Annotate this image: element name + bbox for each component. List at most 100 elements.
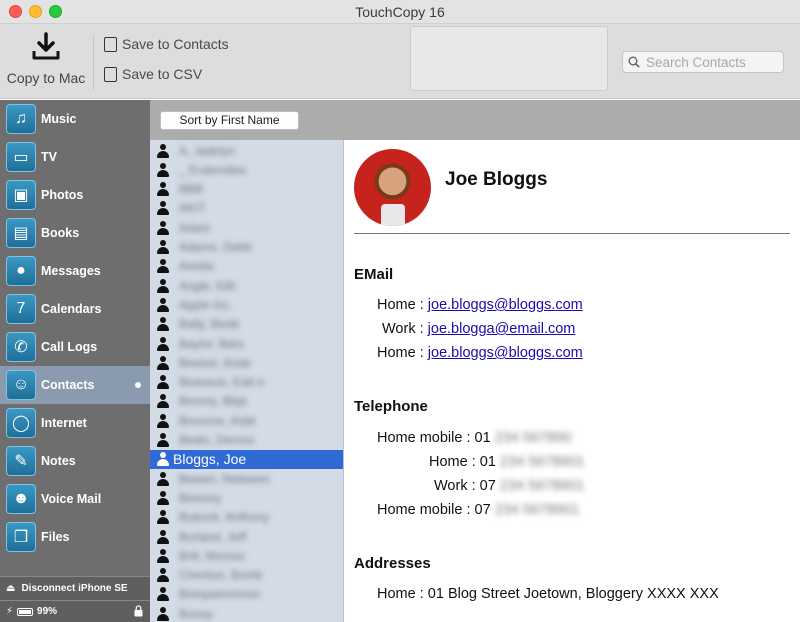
person-icon <box>157 201 169 216</box>
sidebar-item-messages[interactable]: ● Messages <box>0 252 150 290</box>
sidebar-item-notes[interactable]: ✎ Notes <box>0 442 150 480</box>
person-icon <box>157 240 169 254</box>
search-field[interactable] <box>622 51 784 73</box>
sidebar-item-internet[interactable]: ◯ Internet <box>0 404 150 442</box>
person-icon <box>157 375 169 390</box>
toolbar: Copy to Mac Save to Contacts Save to CSV <box>0 24 800 99</box>
battery-status: ⚡ 99% <box>0 600 150 622</box>
contact-name: Beebor, Ande <box>179 355 252 370</box>
avatar <box>354 149 431 226</box>
contact-name: Apple Inc. <box>179 297 233 312</box>
contact-name: Anetta <box>179 259 214 274</box>
person-icon <box>157 278 169 293</box>
contact-name: Beaneze, Edd e <box>179 375 265 390</box>
contact-row[interactable]: Bompammmon <box>150 585 343 604</box>
sidebar-item-call-logs[interactable]: ✆ Call Logs <box>0 328 150 366</box>
sort-bar: Sort by First Name <box>150 100 800 140</box>
contact-row[interactable]: Baylor, Bdrs <box>150 334 343 353</box>
save-to-contacts-button[interactable]: Save to Contacts <box>104 34 229 54</box>
contact-row[interactable]: Adam <box>150 218 343 237</box>
contact-row[interactable]: _ Ecdsmdea <box>150 160 343 179</box>
person-icon <box>157 568 169 583</box>
contact-row[interactable]: Adams, Debb <box>150 238 343 257</box>
contact-row[interactable]: Breonne, Kidd <box>150 411 343 430</box>
contact-row[interactable]: Brill, Moress <box>150 546 343 565</box>
voicemail-icon: ☻ <box>6 484 36 514</box>
copy-to-mac-button[interactable]: Copy to Mac <box>4 30 88 92</box>
redacted-number: 234 567890 <box>494 430 572 446</box>
battery-level: 99% <box>37 606 58 617</box>
contact-detail: Joe Bloggs EMail Home : joe.bloggs@blogg… <box>344 140 800 622</box>
email-link[interactable]: joe.blogga@email.com <box>428 321 576 337</box>
redacted-number: 234 5678901 <box>494 502 580 518</box>
contact-row[interactable]: BBB <box>150 180 343 199</box>
email-row: Work : joe.blogga@email.com <box>382 321 576 337</box>
contact-row[interactable]: Anetta <box>150 257 343 276</box>
internet-icon: ◯ <box>6 408 36 438</box>
contact-row[interactable]: Bewsey <box>150 488 343 507</box>
contact-name-heading: Joe Bloggs <box>445 169 548 190</box>
phone-row: Work : 07 234 5678901 <box>434 478 585 494</box>
contact-name: Breonne, Kidd <box>179 413 256 428</box>
person-icon <box>157 510 169 525</box>
person-icon <box>157 336 169 351</box>
contact-name: A, Jadelyn <box>179 143 236 158</box>
sidebar-item-calendars[interactable]: 7 Calendars <box>0 290 150 328</box>
sidebar-item-files[interactable]: ❐ Files <box>0 518 150 556</box>
person-icon <box>157 182 169 197</box>
sidebar-item-music[interactable]: ♫ Music <box>0 100 150 138</box>
email-link[interactable]: joe.bloggs@bloggs.com <box>428 345 583 361</box>
sidebar-item-contacts[interactable]: ☺ Contacts <box>0 366 150 404</box>
contact-list[interactable]: A, Jadelyn _ Ecdsmdea BBB AKIT Adam Adams, De… <box>150 140 344 622</box>
contact-row[interactable]: Burland, Jeff <box>150 527 343 546</box>
contact-name: Angle, Killi <box>179 278 236 293</box>
contact-row[interactable]: Beaneze, Edd e <box>150 373 343 392</box>
redacted-number: 234 5678901 <box>499 478 585 494</box>
contact-row[interactable]: Beebor, Ande <box>150 353 343 372</box>
contact-name: Bewsey <box>179 490 222 505</box>
sidebar: ♫ Music ▭ TV ▣ Photos ▤ Books ● Messages… <box>0 100 150 622</box>
save-to-csv-button[interactable]: Save to CSV <box>104 64 202 84</box>
contact-row[interactable]: Boney <box>150 604 343 622</box>
contact-row[interactable]: Bedin, Demns <box>150 431 343 450</box>
download-icon <box>32 32 60 60</box>
email-link[interactable]: joe.bloggs@bloggs.com <box>428 297 583 313</box>
sidebar-item-voice-mail[interactable]: ☻ Voice Mail <box>0 480 150 518</box>
sidebar-item-tv[interactable]: ▭ TV <box>0 138 150 176</box>
sort-by-first-name-button[interactable]: Sort by First Name <box>160 111 299 130</box>
contact-row[interactable]: Bally, Bedd <box>150 315 343 334</box>
device-info-panel <box>410 26 608 91</box>
contact-row-selected[interactable]: Bloggs, Joe <box>150 449 343 469</box>
email-row: Home : joe.bloggs@bloggs.com <box>377 345 583 361</box>
disconnect-device-button[interactable]: ⏏ Disconnect iPhone SE <box>0 576 150 600</box>
music-icon: ♫ <box>6 104 36 134</box>
person-icon <box>157 355 169 370</box>
contact-name: _ Ecdsmdea <box>179 162 246 177</box>
search-input[interactable] <box>646 54 778 70</box>
contact-row[interactable]: Brenny, Bbja <box>150 392 343 411</box>
person-icon <box>157 452 169 467</box>
contact-name: Baylor, Bdrs <box>179 336 244 351</box>
photos-icon: ▣ <box>6 180 36 210</box>
contact-row[interactable]: Chenton, Bomb <box>150 566 343 585</box>
contact-row[interactable]: Apple Inc. <box>150 295 343 314</box>
toolbar-separator <box>93 34 94 90</box>
notes-icon: ✎ <box>6 446 36 476</box>
contact-name: AKIT <box>179 201 206 216</box>
contact-name: Brenny, Bbja <box>179 394 247 409</box>
contact-name: Bompammmon <box>179 587 261 602</box>
contact-row[interactable]: AKIT <box>150 199 343 218</box>
contact-name: BBB <box>179 182 204 197</box>
divider <box>354 233 790 234</box>
sidebar-item-photos[interactable]: ▣ Photos <box>0 176 150 214</box>
contact-row[interactable]: Bubock, Anthony <box>150 508 343 527</box>
charging-icon: ⚡ <box>6 606 14 617</box>
email-heading: EMail <box>354 266 394 283</box>
contact-row[interactable]: A, Jadelyn <box>150 141 343 160</box>
contact-row[interactable]: Angle, Killi <box>150 276 343 295</box>
contact-row[interactable]: Bewen, Nebeeec <box>150 469 343 488</box>
sidebar-item-books[interactable]: ▤ Books <box>0 214 150 252</box>
battery-icon <box>17 607 34 616</box>
contact-name: Burland, Jeff <box>179 529 247 544</box>
email-row: Home : joe.bloggs@bloggs.com <box>377 297 583 313</box>
